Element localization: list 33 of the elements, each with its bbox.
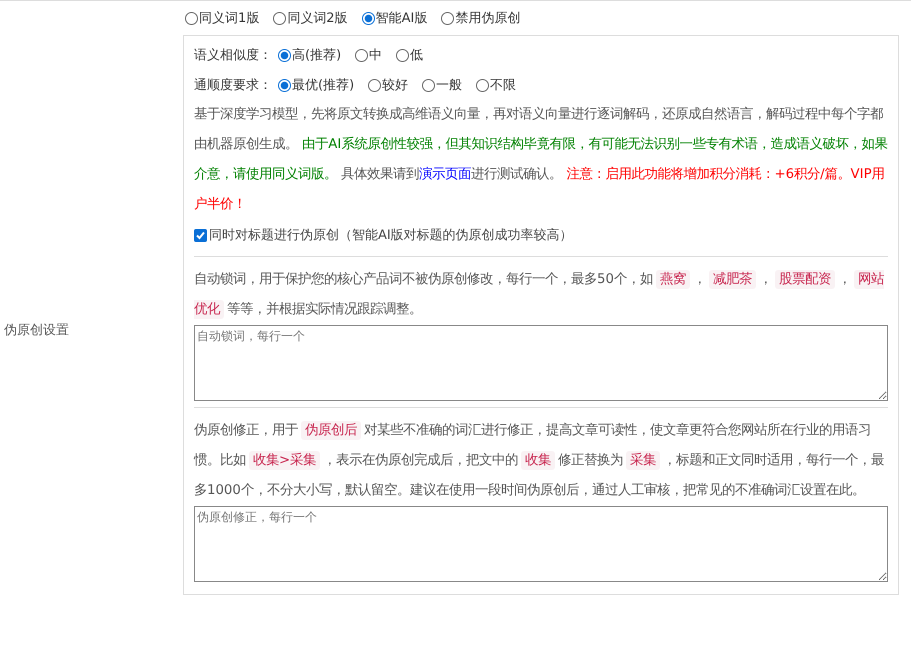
option-label: 通顺度要求： [194, 77, 272, 94]
title-checkbox[interactable]: 同时对标题进行伪原创（智能AI版对标题的伪原创成功率较高） [194, 220, 888, 250]
radio-icon[interactable] [278, 78, 291, 92]
mode-option[interactable]: 智能AI版 [360, 9, 428, 27]
radio-icon[interactable] [185, 12, 198, 24]
radio-icon[interactable] [278, 48, 291, 62]
radio-icon[interactable] [396, 48, 410, 62]
option-radio[interactable]: 低 [394, 46, 424, 64]
checkbox-icon[interactable] [194, 228, 207, 242]
section-label: 伪原创设置 [4, 322, 69, 338]
radio-icon[interactable] [441, 12, 454, 24]
option-radio[interactable]: 一般 [420, 76, 462, 94]
option-radio[interactable]: 高(推荐) [276, 46, 342, 64]
lock-words-description: 自动锁词，用于保护您的核心产品词不被伪原创修改，每行一个，最多50个，如 燕窝 ， 减肥茶 ， 股票配资 ， 网站优化 等等，并根据实际情况跟踪调整。 [194, 269, 885, 321]
description-text: 基于深度学习模型，先将原文转换成高维语义向量，再对语义向量进行逐词解码，还原成自然语言，解码过程中每个字都由机器原创生成。 由于AI系统原创性较强，但其知识结构毕竟有限，有可能无法识别一些专有术语，造成语义破坏，如果介意，请使用同义词版。 具体效果请到演示页面进行测试确认。 注意：启用此功能将增加积分消耗：+6积分/篇。VIP用户半价！ [194, 106, 888, 214]
option-label: 语义相似度： [194, 47, 272, 64]
option-radio[interactable]: 较好 [366, 76, 408, 94]
radio-icon[interactable] [368, 78, 382, 92]
mode-option[interactable]: 同义词2版 [271, 9, 348, 27]
demo-page-link[interactable]: 演示页面 [419, 167, 472, 182]
option-radio[interactable]: 最优(推荐) [276, 76, 354, 94]
mode-option[interactable]: 同义词1版 [183, 9, 260, 27]
lock-words-field[interactable]: 自动锁词，每行一个 [194, 325, 888, 401]
radio-icon[interactable] [273, 12, 286, 24]
radio-icon[interactable] [476, 78, 490, 92]
corrections-description: 伪原创修正，用于 伪原创后 对某些不准确的词汇进行修正，提高文章可读性，使文章更符合您网站所在行业的用语习惯。比如 收集>采集 ，表示在伪原创完成后，把文中的 收集 修正替换为 采集 ，标题和正文同时适用，每行一个，最多1000个，不分大小写，默认留空。建议在使用一段时间伪原创后，通过人工审核，把常见的不准确词汇设置在此。 [194, 420, 886, 500]
option-radio[interactable]: 中 [353, 46, 382, 64]
option-radio[interactable]: 不限 [474, 76, 516, 94]
mode-option[interactable]: 禁用伪原创 [439, 9, 520, 27]
corrections-field[interactable]: 伪原创修正，每行一个 [194, 506, 888, 582]
radio-icon[interactable] [422, 78, 436, 92]
radio-icon[interactable] [362, 12, 375, 24]
radio-icon[interactable] [355, 48, 368, 62]
